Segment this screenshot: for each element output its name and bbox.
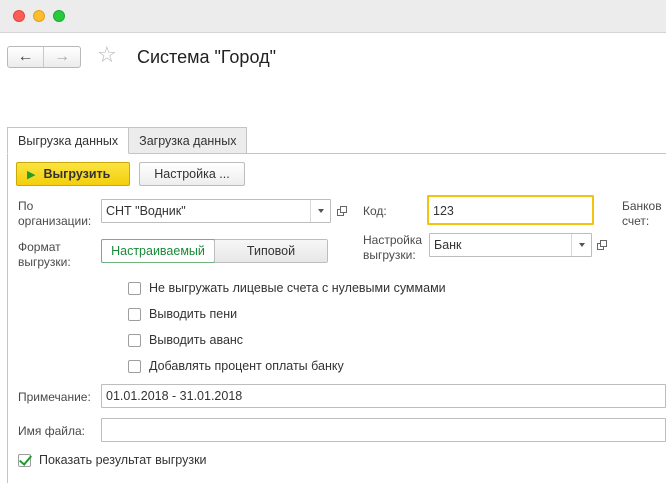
checkbox-box[interactable] (128, 281, 141, 295)
arrow-right-icon: → (54, 48, 70, 65)
settings-button-label: Настройка ... (154, 167, 230, 181)
settings-button[interactable]: Настройка ... (139, 162, 245, 186)
format-option-custom[interactable]: Настраиваемый (101, 239, 215, 263)
checkbox-penalties[interactable]: Выводить пени (128, 306, 237, 322)
checkbox-label: Выводить пени (149, 307, 238, 321)
checkbox-box[interactable] (128, 333, 141, 347)
checkbox-box[interactable] (128, 359, 141, 373)
window-titlebar (0, 0, 666, 33)
checkbox-skip-zero[interactable]: Не выгружать лицевые счета с нулевыми су… (128, 280, 446, 296)
code-value: 123 (433, 204, 454, 218)
export-setting-value: Банк (434, 238, 462, 252)
forward-button[interactable]: → (44, 47, 80, 67)
org-label: По организации: (18, 199, 92, 228)
format-option-standard[interactable]: Типовой (214, 240, 327, 262)
checkbox-label: Выводить аванс (149, 333, 244, 347)
bank-account-label: Банков счет: (622, 199, 662, 228)
zoom-window-button[interactable] (53, 10, 65, 22)
export-setting-label: Настройка выгрузки: (363, 233, 423, 262)
code-label: Код: (363, 204, 387, 218)
org-dropdown-button[interactable] (310, 200, 330, 222)
export-setting-open-button[interactable] (593, 234, 611, 256)
format-label: Формат выгрузки: (18, 240, 71, 269)
tab-export[interactable]: Выгрузка данных (7, 127, 130, 154)
checkbox-box[interactable] (128, 307, 141, 321)
nav-button-group: ← → (7, 46, 81, 68)
tab-bar: Выгрузка данных Загрузка данных (7, 127, 248, 154)
chevron-down-icon (578, 243, 585, 247)
format-toggle: Настраиваемый Типовой (101, 239, 328, 263)
arrow-left-icon: ← (17, 48, 34, 65)
org-field[interactable]: СНТ "Водник" (101, 199, 331, 223)
checkbox-label: Не выгружать лицевые счета с нулевыми су… (149, 281, 446, 295)
org-value: СНТ "Водник" (106, 204, 186, 218)
checkbox-box-checked[interactable] (18, 453, 31, 467)
checkbox-label: Показать результат выгрузки (39, 453, 207, 467)
tab-import[interactable]: Загрузка данных (128, 127, 248, 154)
tab-panel-left-border (7, 153, 8, 483)
filename-label: Имя файла: (18, 424, 85, 438)
favorite-button[interactable]: ☆ (97, 44, 117, 66)
checkbox-advance[interactable]: Выводить аванс (128, 332, 243, 348)
chevron-down-icon (317, 209, 324, 213)
open-form-icon (597, 240, 607, 250)
export-setting-field[interactable]: Банк (429, 233, 592, 257)
note-label: Примечание: (18, 390, 91, 404)
note-value: 01.01.2018 - 31.01.2018 (106, 389, 243, 403)
open-form-icon (337, 206, 347, 216)
export-button[interactable]: ▶ Выгрузить (16, 162, 130, 186)
back-button[interactable]: ← (8, 47, 44, 67)
note-field[interactable]: 01.01.2018 - 31.01.2018 (101, 384, 666, 408)
org-open-button[interactable] (333, 200, 351, 222)
page-title: Система "Город" (137, 47, 276, 67)
star-icon: ☆ (97, 42, 117, 67)
minimize-window-button[interactable] (33, 10, 45, 22)
close-window-button[interactable] (13, 10, 25, 22)
export-button-label: Выгрузить (43, 167, 111, 181)
filename-field[interactable] (101, 418, 666, 442)
checkbox-bank-fee[interactable]: Добавлять процент оплаты банку (128, 358, 344, 374)
export-setting-dropdown-button[interactable] (571, 234, 591, 256)
checkbox-show-result[interactable]: Показать результат выгрузки (18, 452, 207, 468)
play-icon: ▶ (27, 168, 36, 181)
checkbox-label: Добавлять процент оплаты банку (149, 359, 344, 373)
code-field[interactable]: 123 (427, 195, 594, 225)
